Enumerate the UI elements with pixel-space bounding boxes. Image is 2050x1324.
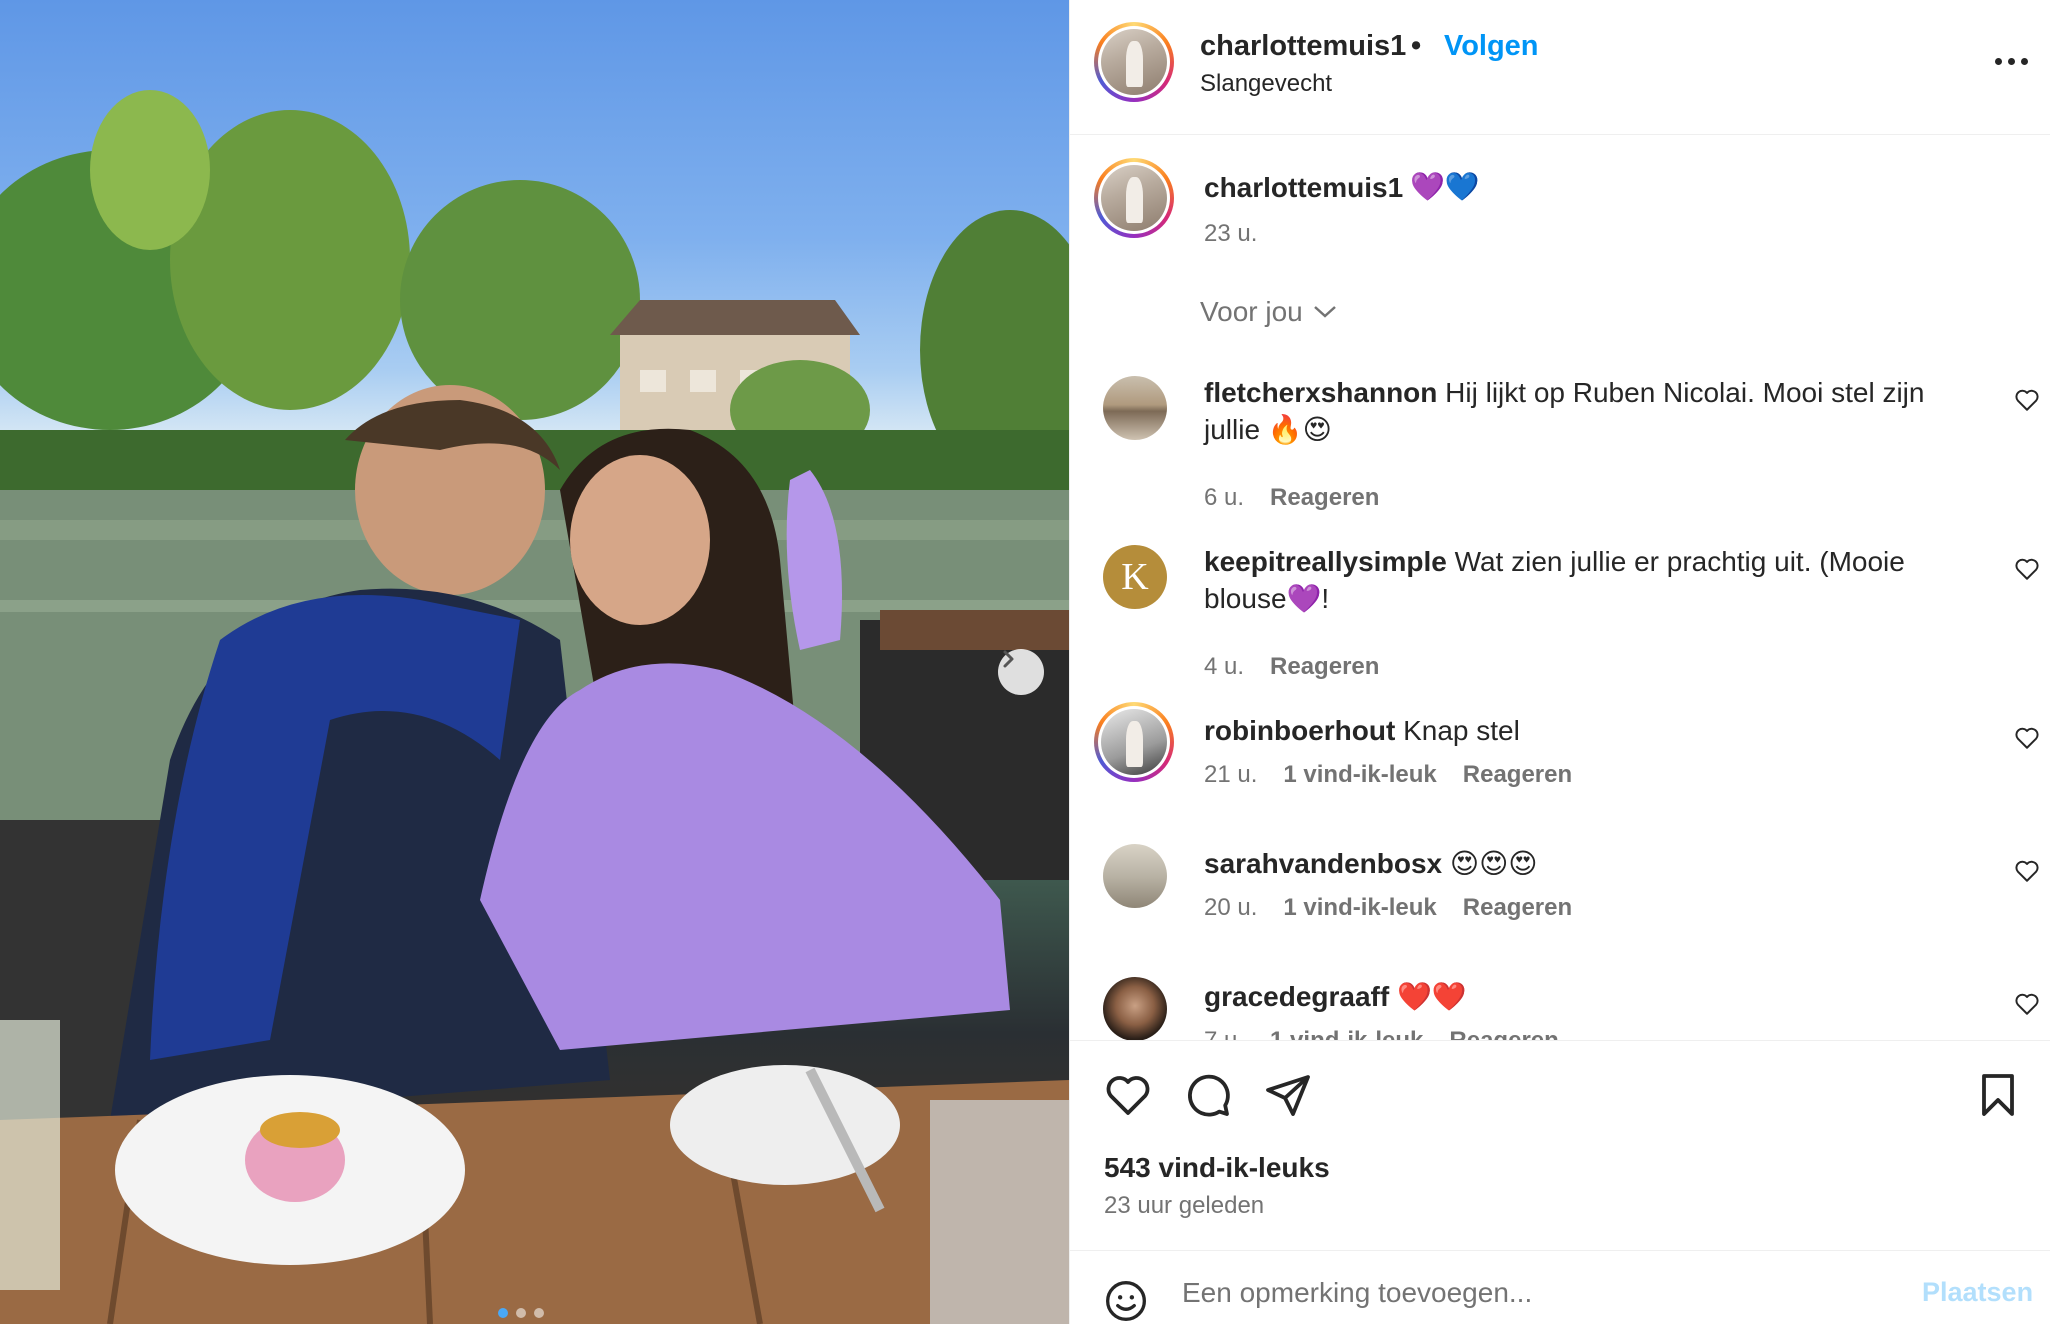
- comment-body: fletcherxshannon Hij lijkt op Ruben Nico…: [1204, 374, 1964, 448]
- post-actions: 543 vind-ik-leuks 23 uur geleden: [1070, 1040, 2050, 1250]
- comment-username[interactable]: robinboerhout: [1204, 715, 1395, 746]
- commenter-avatar[interactable]: [1103, 977, 1167, 1040]
- reply-button[interactable]: Reageren: [1463, 761, 1572, 789]
- comment-meta: 7 u. 1 vind-ik-leuk Reageren: [1204, 1027, 1559, 1040]
- post-header: charlottemuis1 • Volgen Slangevecht: [1070, 0, 2050, 135]
- comment-text: 😍😍😍: [1449, 848, 1538, 879]
- post-side-panel: charlottemuis1 • Volgen Slangevecht char…: [1069, 0, 2050, 1324]
- author-avatar[interactable]: [1094, 22, 1174, 102]
- comment-body: sarahvandenbosx 😍😍😍: [1204, 845, 1964, 882]
- commenter-avatar[interactable]: K: [1103, 545, 1167, 609]
- post-photo[interactable]: [0, 0, 1069, 1324]
- sort-label: Voor jou: [1200, 296, 1303, 327]
- comment-sort-dropdown[interactable]: Voor jou: [1200, 296, 1337, 328]
- comment-text: Knap stel: [1403, 715, 1520, 746]
- commenter-avatar[interactable]: [1103, 376, 1167, 440]
- like-heart-icon[interactable]: [1104, 1071, 1152, 1119]
- comment-likes[interactable]: 1 vind-ik-leuk: [1283, 894, 1436, 922]
- share-paper-plane-icon[interactable]: [1264, 1071, 1312, 1119]
- comment-time[interactable]: 21 u.: [1204, 761, 1257, 789]
- heart-icon[interactable]: [2014, 725, 2040, 751]
- comment-likes[interactable]: 1 vind-ik-leuk: [1283, 761, 1436, 789]
- carousel-dots: [498, 1308, 544, 1318]
- like-count[interactable]: 543 vind-ik-leuks: [1104, 1152, 1330, 1184]
- comment-meta: 6 u. Reageren: [1204, 484, 1379, 512]
- comment-time[interactable]: 4 u.: [1204, 653, 1244, 681]
- chevron-down-icon: [1313, 306, 1336, 318]
- next-slide-button[interactable]: [998, 649, 1044, 695]
- reply-button[interactable]: Reageren: [1463, 894, 1572, 922]
- comment-body: keepitreallysimple Wat zien jullie er pr…: [1204, 543, 1964, 617]
- comment-composer: Plaatsen: [1070, 1250, 2050, 1324]
- smiley-icon[interactable]: [1104, 1279, 1148, 1323]
- location-link[interactable]: Slangevecht: [1200, 70, 1332, 98]
- comment-username[interactable]: keepitreallysimple: [1204, 546, 1447, 577]
- comment-text: ❤️❤️: [1396, 981, 1467, 1012]
- comment-username[interactable]: sarahvandenbosx: [1204, 848, 1442, 879]
- separator-dot: •: [1411, 30, 1422, 62]
- post-comment-button[interactable]: Plaatsen: [1922, 1277, 2033, 1308]
- commenter-avatar[interactable]: [1103, 844, 1167, 908]
- carousel-dot: [534, 1308, 544, 1318]
- caption-avatar[interactable]: [1094, 158, 1174, 238]
- heart-icon[interactable]: [2014, 387, 2040, 413]
- comment-body: gracedegraaff ❤️❤️: [1204, 978, 1964, 1015]
- chevron-right-icon: [1003, 650, 1014, 668]
- comment-bubble-icon[interactable]: [1184, 1071, 1232, 1119]
- comment-time[interactable]: 20 u.: [1204, 894, 1257, 922]
- heart-icon[interactable]: [2014, 556, 2040, 582]
- comment-username[interactable]: fletcherxshannon: [1204, 377, 1437, 408]
- commenter-avatar[interactable]: [1094, 702, 1174, 782]
- comment-meta: 4 u. Reageren: [1204, 653, 1379, 681]
- caption-text: 💜💙: [1410, 171, 1480, 202]
- author-username[interactable]: charlottemuis1: [1200, 30, 1406, 63]
- more-options-icon[interactable]: [1995, 58, 2035, 72]
- comments-list[interactable]: charlottemuis1 💜💙 23 u. Voor jou fletche…: [1070, 136, 2050, 1040]
- caption-timestamp[interactable]: 23 u.: [1204, 220, 1257, 248]
- heart-icon[interactable]: [2014, 858, 2040, 884]
- photo-scene: [0, 90, 1069, 1324]
- bookmark-icon[interactable]: [1974, 1071, 2022, 1119]
- comment-meta: 21 u. 1 vind-ik-leuk Reageren: [1204, 761, 1572, 789]
- comment-time[interactable]: 6 u.: [1204, 484, 1244, 512]
- reply-button[interactable]: Reageren: [1449, 1027, 1558, 1040]
- follow-button[interactable]: Volgen: [1444, 30, 1539, 63]
- reply-button[interactable]: Reageren: [1270, 653, 1379, 681]
- heart-icon[interactable]: [2014, 991, 2040, 1017]
- carousel-dot: [498, 1308, 508, 1318]
- comment-meta: 20 u. 1 vind-ik-leuk Reageren: [1204, 894, 1572, 922]
- comment-time[interactable]: 7 u.: [1204, 1027, 1244, 1040]
- comment-likes[interactable]: 1 vind-ik-leuk: [1270, 1027, 1423, 1040]
- reply-button[interactable]: Reageren: [1270, 484, 1379, 512]
- caption-username[interactable]: charlottemuis1: [1204, 172, 1403, 204]
- comment-input[interactable]: [1182, 1271, 1882, 1315]
- comment-body: robinboerhout Knap stel: [1204, 712, 1964, 749]
- comment-username[interactable]: gracedegraaff: [1204, 981, 1389, 1012]
- post-timestamp[interactable]: 23 uur geleden: [1104, 1192, 1264, 1220]
- carousel-dot: [516, 1308, 526, 1318]
